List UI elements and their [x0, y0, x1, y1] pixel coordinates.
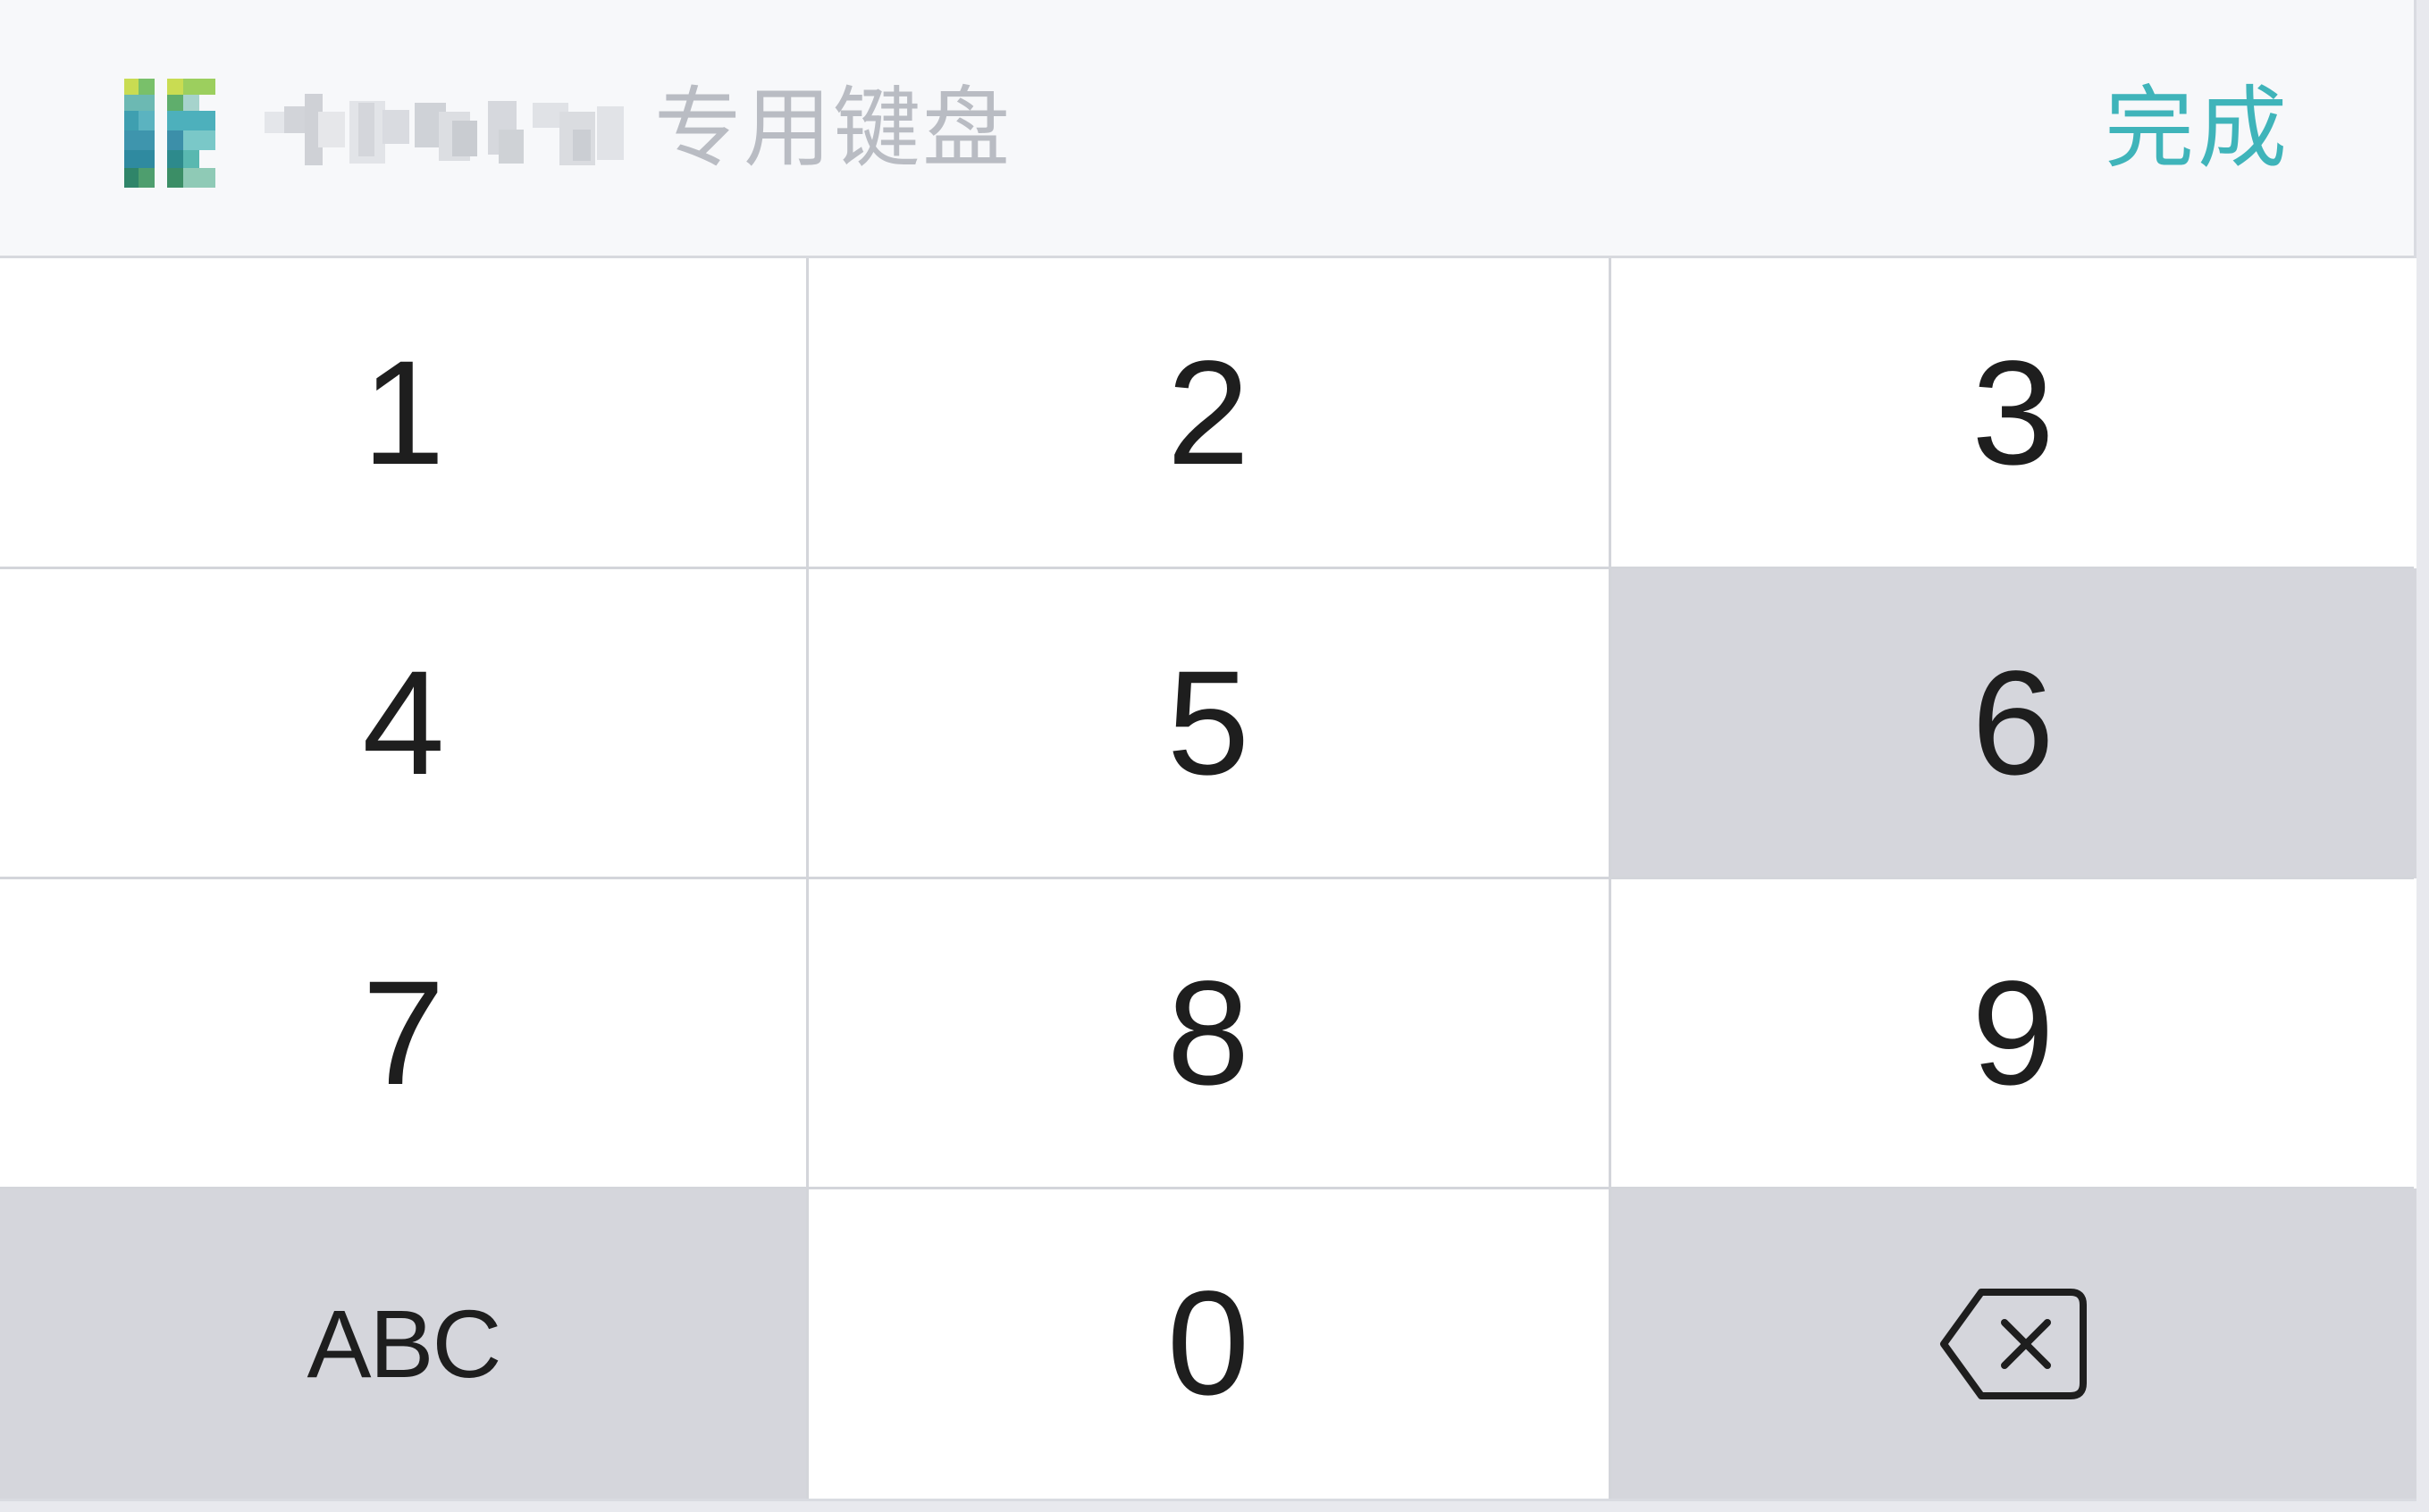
numeric-keyboard: 专用键盘 完成 1 2 3 4 5 6 7 8 9 ABC 0 — [0, 0, 2416, 1501]
app-logo-icon — [124, 79, 215, 188]
key-label: 3 — [1971, 330, 2055, 496]
delete-key[interactable] — [1610, 1189, 2416, 1499]
key-4[interactable]: 4 — [0, 568, 807, 878]
key-label: 8 — [1166, 950, 1250, 1116]
done-button[interactable]: 完成 — [2105, 63, 2290, 195]
key-8[interactable]: 8 — [807, 878, 1610, 1189]
key-label: 1 — [362, 330, 445, 496]
abc-switch-key[interactable]: ABC — [0, 1189, 807, 1499]
key-label: 4 — [362, 640, 445, 806]
key-label: ABC — [307, 1289, 501, 1398]
keyboard-header: 专用键盘 完成 — [0, 0, 2414, 258]
key-label: 5 — [1166, 640, 1250, 806]
row-divider — [0, 877, 2414, 879]
backspace-icon — [1939, 1288, 2087, 1399]
key-5[interactable]: 5 — [807, 568, 1610, 878]
key-label: 6 — [1971, 640, 2055, 806]
key-3[interactable]: 3 — [1610, 258, 2416, 568]
key-label: 0 — [1166, 1260, 1250, 1426]
key-2[interactable]: 2 — [807, 258, 1610, 568]
key-6[interactable]: 6 — [1610, 568, 2416, 878]
keypad-grid: 1 2 3 4 5 6 7 8 9 ABC 0 — [0, 258, 2416, 1499]
row-divider — [0, 1187, 2414, 1189]
key-0[interactable]: 0 — [807, 1189, 1610, 1499]
key-label: 7 — [362, 950, 445, 1116]
key-label: 9 — [1971, 950, 2055, 1116]
key-9[interactable]: 9 — [1610, 878, 2416, 1189]
blurred-app-name — [265, 94, 624, 165]
keyboard-title: 专用键盘 — [654, 78, 1013, 180]
key-1[interactable]: 1 — [0, 258, 807, 568]
key-7[interactable]: 7 — [0, 878, 807, 1189]
key-label: 2 — [1166, 330, 1250, 496]
row-divider — [0, 567, 2414, 569]
